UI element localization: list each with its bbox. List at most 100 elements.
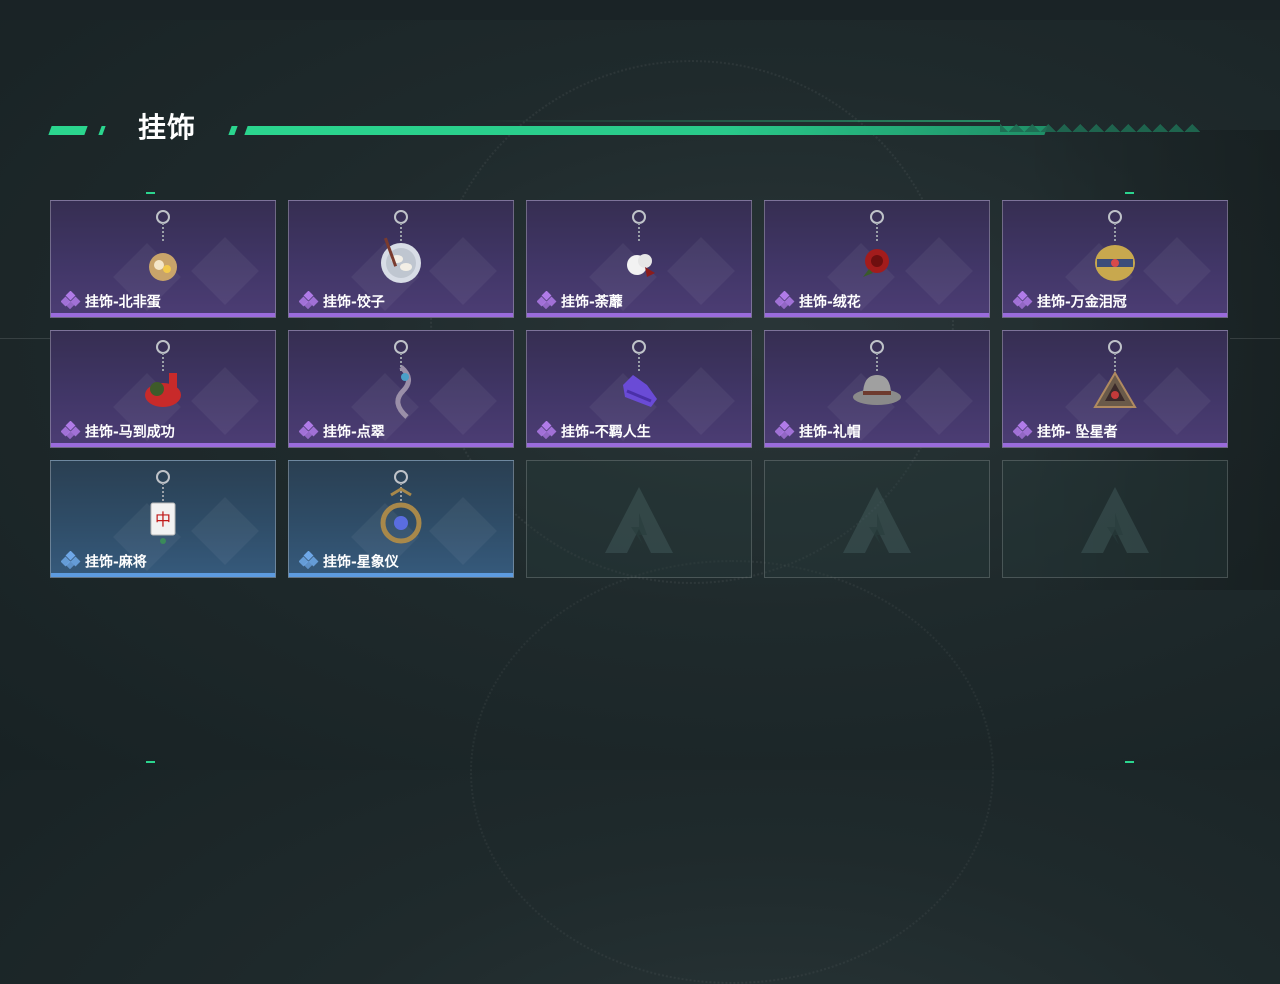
charm-card[interactable]: 挂饰-星象仪 (288, 460, 514, 578)
charm-card[interactable]: 挂饰-点翠 (288, 330, 514, 448)
rarity-bar (1003, 313, 1227, 317)
charm-label-row: 挂饰-北非蛋 (60, 290, 161, 311)
rarity-gem-icon (60, 550, 81, 574)
sneaker-charm-icon (609, 337, 669, 423)
corner-mark (1125, 192, 1134, 194)
empty-slot-logo-icon (601, 483, 677, 563)
charm-label-row: 挂饰-点翠 (298, 420, 385, 441)
section-header: 挂饰 (48, 108, 1210, 148)
dumpling-plate-charm-icon (371, 207, 431, 293)
rarity-gem-icon (298, 290, 319, 314)
rarity-gem-icon (60, 420, 81, 444)
rarity-bar (765, 443, 989, 447)
rarity-bar (527, 313, 751, 317)
section-title: 挂饰 (138, 111, 197, 144)
charm-name: 挂饰-点翠 (323, 424, 385, 441)
header-accent-tick (98, 126, 106, 135)
header-accent-dash (48, 126, 88, 135)
golden-crown-charm-icon (1085, 207, 1145, 293)
charm-name: 挂饰-麻将 (85, 554, 147, 571)
card-decor (667, 367, 735, 435)
triangle-emblem-charm-icon (1085, 337, 1145, 423)
charm-card[interactable]: 挂饰-饺子 (288, 200, 514, 318)
rarity-gem-icon (536, 290, 557, 314)
card-decor (905, 237, 973, 305)
card-decor (667, 237, 735, 305)
header-accent-tick (228, 126, 238, 135)
rarity-gem-icon (774, 290, 795, 314)
red-velvet-flower-charm-icon (847, 207, 907, 293)
charm-name: 挂饰-荼蘼 (561, 294, 623, 311)
charm-name: 挂饰- 坠星者 (1037, 424, 1118, 441)
charm-card[interactable]: 挂饰-荼蘼 (526, 200, 752, 318)
rarity-gem-icon (298, 420, 319, 444)
charm-card[interactable]: 挂饰-不羁人生 (526, 330, 752, 448)
left-edge-line (0, 338, 50, 339)
charm-name: 挂饰-星象仪 (323, 554, 399, 571)
charm-card[interactable]: 挂饰-马到成功 (50, 330, 276, 448)
phoenix-hairpin-charm-icon (371, 337, 431, 423)
card-decor (1143, 367, 1211, 435)
empty-slot[interactable] (1002, 460, 1228, 578)
rarity-bar (51, 313, 275, 317)
flower-charm-icon (609, 207, 669, 293)
charm-name: 挂饰-礼帽 (799, 424, 861, 441)
top-strip (0, 0, 1280, 20)
charm-name: 挂饰-万金泪冠 (1037, 294, 1127, 311)
background-ring-lower (470, 560, 994, 984)
charm-card[interactable]: 挂饰-绒花 (764, 200, 990, 318)
charm-label-row: 挂饰-万金泪冠 (1012, 290, 1127, 311)
rarity-bar (289, 443, 513, 447)
rarity-gem-icon (60, 290, 81, 314)
charm-label-row: 挂饰-荼蘼 (536, 290, 623, 311)
charm-label-row: 挂饰-麻将 (60, 550, 147, 571)
card-decor (429, 497, 497, 565)
rarity-gem-icon (298, 550, 319, 574)
charm-card[interactable]: 挂饰-北非蛋 (50, 200, 276, 318)
header-checker-pattern (1000, 116, 1200, 136)
rarity-gem-icon (774, 420, 795, 444)
card-decor (1143, 237, 1211, 305)
rarity-bar (765, 313, 989, 317)
card-decor (429, 237, 497, 305)
fedora-hat-charm-icon (847, 337, 907, 423)
charm-label-row: 挂饰-星象仪 (298, 550, 399, 571)
charm-card[interactable]: 挂饰-万金泪冠 (1002, 200, 1228, 318)
corner-mark (146, 761, 155, 763)
rarity-bar (527, 443, 751, 447)
card-decor (191, 367, 259, 435)
rarity-gem-icon (1012, 290, 1033, 314)
rarity-gem-icon (1012, 420, 1033, 444)
svg-text:中: 中 (155, 510, 171, 529)
charm-name: 挂饰-饺子 (323, 294, 385, 311)
empty-slot[interactable] (526, 460, 752, 578)
charm-name: 挂饰-马到成功 (85, 424, 175, 441)
charm-card[interactable]: 挂饰-礼帽 (764, 330, 990, 448)
charm-label-row: 挂饰-绒花 (774, 290, 861, 311)
charm-name: 挂饰-北非蛋 (85, 294, 161, 311)
corner-mark (146, 192, 155, 194)
rarity-bar (51, 443, 275, 447)
charm-label-row: 挂饰- 坠星者 (1012, 420, 1118, 441)
mahjong-tile-charm-icon: 中 (133, 467, 193, 553)
rarity-gem-icon (536, 420, 557, 444)
charm-label-row: 挂饰-饺子 (298, 290, 385, 311)
charm-card[interactable]: 中挂饰-麻将 (50, 460, 276, 578)
empty-slot[interactable] (764, 460, 990, 578)
rarity-bar (1003, 443, 1227, 447)
rarity-bar (289, 573, 513, 577)
header-thin-line (480, 120, 1000, 122)
charm-name: 挂饰-绒花 (799, 294, 861, 311)
red-horse-charm-icon (133, 337, 193, 423)
card-decor (191, 237, 259, 305)
empty-slot-logo-icon (1077, 483, 1153, 563)
egg-dish-charm-icon (133, 207, 193, 293)
right-edge-line (1230, 338, 1280, 339)
card-decor (905, 367, 973, 435)
charm-label-row: 挂饰-马到成功 (60, 420, 175, 441)
card-decor (191, 497, 259, 565)
corner-mark (1125, 761, 1134, 763)
charm-label-row: 挂饰-礼帽 (774, 420, 861, 441)
charm-card[interactable]: 挂饰- 坠星者 (1002, 330, 1228, 448)
rarity-bar (289, 313, 513, 317)
